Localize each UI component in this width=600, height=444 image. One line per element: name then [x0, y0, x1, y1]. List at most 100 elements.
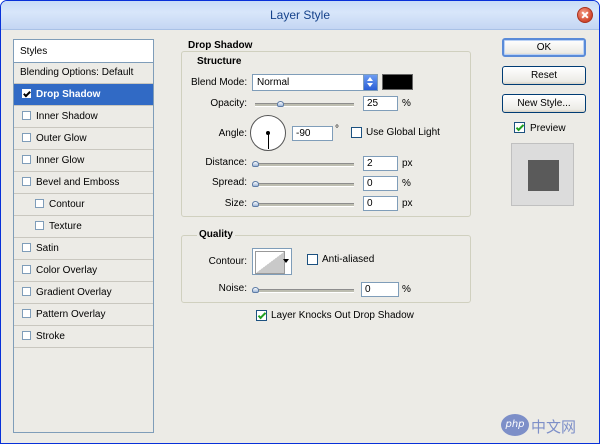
style-item-label: Stroke [36, 331, 65, 342]
watermark-text: 中文网 [531, 418, 577, 436]
close-icon[interactable] [577, 7, 593, 23]
chevron-down-icon[interactable] [283, 259, 289, 263]
blend-mode-label: Blend Mode: [191, 77, 248, 88]
opacity-unit: % [402, 98, 411, 109]
size-input[interactable]: 0 [363, 196, 398, 211]
style-item-checkbox[interactable] [22, 177, 31, 186]
style-item-bevel-and-emboss[interactable]: Bevel and Emboss [14, 172, 153, 194]
style-item-label: Blending Options: Default [20, 67, 134, 78]
ok-button[interactable]: OK [502, 38, 586, 57]
style-item-checkbox[interactable] [35, 221, 44, 230]
layer-knocks-out-label: Layer Knocks Out Drop Shadow [271, 310, 414, 321]
opacity-label: Opacity: [210, 98, 247, 109]
distance-label: Distance: [205, 157, 247, 168]
title-bar[interactable]: Layer Style [1, 1, 599, 30]
style-preview-swatch [528, 160, 559, 191]
style-item-inner-glow[interactable]: Inner Glow [14, 150, 153, 172]
layer-knocks-out-checkbox[interactable] [256, 310, 267, 321]
styles-list: Styles Blending Options: Default Drop Sha… [13, 39, 154, 433]
shadow-color-swatch[interactable] [382, 74, 413, 90]
style-item-label: Inner Shadow [36, 111, 98, 122]
drop-shadow-title: Drop Shadow [188, 40, 253, 51]
styles-header[interactable]: Styles [14, 40, 153, 63]
angle-label: Angle: [218, 128, 247, 139]
style-item-drop-shadow[interactable]: Drop Shadow [14, 84, 153, 106]
structure-title: Structure [197, 56, 242, 67]
layer-style-dialog: Layer Style Styles Blending Options: Def… [0, 0, 600, 444]
style-item-label: Bevel and Emboss [36, 177, 120, 188]
preview-checkbox[interactable] [514, 122, 525, 133]
opacity-slider[interactable] [255, 103, 354, 107]
style-preview [511, 143, 574, 206]
style-item-satin[interactable]: Satin [14, 238, 153, 260]
opacity-input[interactable]: 25 [363, 96, 398, 111]
new-style-button[interactable]: New Style... [502, 94, 586, 113]
size-label: Size: [224, 198, 247, 209]
distance-slider[interactable] [255, 163, 354, 167]
style-item-label: Gradient Overlay [36, 287, 112, 298]
preview-label: Preview [530, 123, 566, 134]
style-item-label: Contour [49, 199, 85, 210]
style-item-label: Inner Glow [36, 155, 85, 166]
style-item-color-overlay[interactable]: Color Overlay [14, 260, 153, 282]
style-item-pattern-overlay[interactable]: Pattern Overlay [14, 304, 153, 326]
reset-button[interactable]: Reset [502, 66, 586, 85]
contour-curve-preview [255, 251, 285, 274]
anti-aliased-label: Anti-aliased [322, 254, 375, 265]
size-slider[interactable] [255, 203, 354, 207]
spread-unit: % [402, 178, 411, 189]
style-item-texture[interactable]: Texture [14, 216, 153, 238]
style-item-checkbox[interactable] [22, 133, 31, 142]
style-item-label: Color Overlay [36, 265, 98, 276]
use-global-light-checkbox[interactable] [351, 127, 362, 138]
window-title: Layer Style [269, 8, 331, 22]
use-global-light-label: Use Global Light [366, 127, 440, 138]
style-item-stroke[interactable]: Stroke [14, 326, 153, 348]
style-item-label: Pattern Overlay [36, 309, 106, 320]
distance-slider-thumb[interactable] [252, 161, 259, 167]
style-item-blending-options-default[interactable]: Blending Options: Default [14, 62, 153, 84]
noise-slider[interactable] [255, 289, 354, 293]
spread-label: Spread: [211, 177, 247, 188]
blend-mode-select[interactable]: Normal [252, 74, 378, 91]
style-item-gradient-overlay[interactable]: Gradient Overlay [14, 282, 153, 304]
contour-label: Contour: [208, 256, 247, 267]
anti-aliased-checkbox[interactable] [307, 254, 318, 265]
distance-unit: px [402, 158, 413, 169]
spread-input[interactable]: 0 [363, 176, 398, 191]
blend-mode-value: Normal [257, 77, 290, 88]
angle-unit: ° [335, 124, 339, 135]
style-item-checkbox[interactable] [22, 155, 31, 164]
angle-dial[interactable] [250, 115, 286, 151]
noise-input[interactable]: 0 [361, 282, 399, 297]
angle-input[interactable]: -90 [292, 126, 333, 141]
spread-slider[interactable] [255, 183, 354, 187]
style-item-label: Satin [36, 243, 59, 254]
contour-picker[interactable] [252, 248, 292, 275]
style-item-inner-shadow[interactable]: Inner Shadow [14, 106, 153, 128]
style-item-label: Drop Shadow [36, 89, 101, 100]
style-item-contour[interactable]: Contour [14, 194, 153, 216]
style-item-checkbox[interactable] [22, 89, 31, 98]
noise-unit: % [402, 284, 411, 295]
style-item-checkbox[interactable] [22, 331, 31, 340]
style-item-checkbox[interactable] [22, 111, 31, 120]
style-item-checkbox[interactable] [22, 309, 31, 318]
styles-header-label: Styles [20, 46, 48, 57]
size-slider-thumb[interactable] [252, 201, 259, 207]
style-item-label: Outer Glow [36, 133, 87, 144]
spread-slider-thumb[interactable] [252, 181, 259, 187]
watermark-logo: php [501, 414, 529, 436]
opacity-slider-thumb[interactable] [277, 101, 284, 107]
style-item-checkbox[interactable] [22, 243, 31, 252]
style-item-checkbox[interactable] [22, 287, 31, 296]
style-item-checkbox[interactable] [35, 199, 44, 208]
style-item-checkbox[interactable] [22, 265, 31, 274]
style-item-label: Texture [49, 221, 82, 232]
style-item-outer-glow[interactable]: Outer Glow [14, 128, 153, 150]
chevron-updown-icon[interactable] [363, 75, 377, 90]
noise-slider-thumb[interactable] [252, 287, 259, 293]
angle-dial-hand [268, 133, 269, 149]
distance-input[interactable]: 2 [363, 156, 398, 171]
quality-title: Quality [197, 229, 235, 240]
